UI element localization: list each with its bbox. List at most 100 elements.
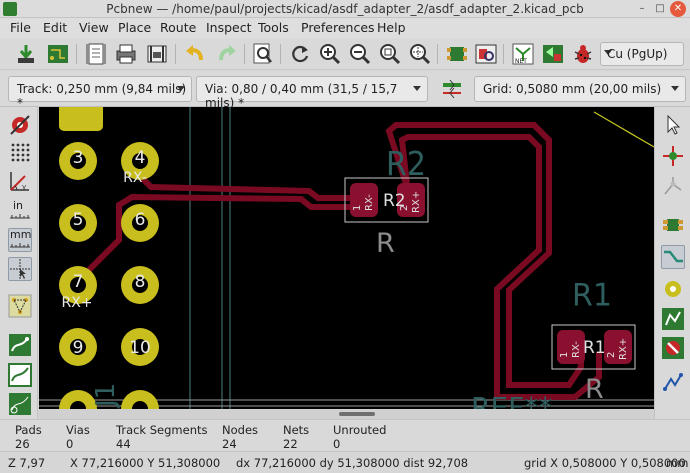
r2-pad2-net: RX+: [411, 191, 422, 213]
plot-icon[interactable]: [145, 42, 169, 66]
zoom-in-icon[interactable]: [318, 42, 342, 66]
window-title: Pcbnew — /home/paul/projects/kicad/asdf_…: [106, 2, 584, 16]
menu-view[interactable]: View: [79, 20, 109, 35]
menu-inspect[interactable]: Inspect: [206, 20, 252, 35]
add-graphic-line-icon[interactable]: [661, 369, 685, 393]
local-ratsnest-icon[interactable]: [661, 174, 685, 198]
nets-count: 22: [283, 437, 298, 451]
zone-display-filled-icon[interactable]: [8, 333, 32, 357]
left-toolbar: y in mm: [0, 107, 38, 419]
track-outline-icon[interactable]: [8, 392, 32, 416]
zone-display-outline-icon[interactable]: [8, 363, 32, 387]
zoom-readout: Z 7,97: [8, 456, 46, 470]
main-toolbar: NET Cu (PgUp): [0, 38, 690, 70]
drc-icon[interactable]: [571, 42, 595, 66]
menu-preferences[interactable]: Preferences: [301, 20, 375, 35]
board-setup-icon[interactable]: [46, 42, 70, 66]
close-button[interactable]: ✕: [670, 1, 686, 17]
redraw-icon[interactable]: [288, 42, 312, 66]
units-readout: mm: [666, 456, 689, 470]
relative-coords: dx 77,216000 dy 51,308000 dist 92,708: [236, 456, 469, 470]
connector-ref-j1: J1: [91, 383, 121, 409]
pad-number-4: 4: [135, 148, 146, 168]
pcb-canvas[interactable]: 3 4 5 6 7 8 9 10 RX- RX+ J1 R2 R2 1 RX- …: [39, 107, 654, 409]
menu-help[interactable]: Help: [377, 20, 406, 35]
page-settings-icon[interactable]: [85, 42, 109, 66]
auto-track-width-icon[interactable]: [440, 77, 464, 101]
cursor-coords: X 77,216000 Y 51,308000: [70, 456, 221, 470]
unrouted-count: 0: [333, 437, 341, 451]
load-netlist-icon[interactable]: NET: [511, 42, 535, 66]
menu-place[interactable]: Place: [118, 20, 151, 35]
grid-select[interactable]: Grid: 0,5080 mm (20,00 mils): [474, 76, 686, 102]
r1-silk-ref: R1: [583, 338, 606, 358]
track-segments-label: Track Segments: [116, 423, 208, 437]
canvas-hscrollbar[interactable]: [39, 409, 654, 419]
r2-pad1-number: 1: [352, 205, 363, 211]
track-width-select[interactable]: Track: 0,250 mm (9,84 mils) *: [8, 76, 192, 110]
inch-units-button[interactable]: in: [8, 199, 32, 223]
zoom-selection-icon[interactable]: [408, 42, 432, 66]
redo-icon[interactable]: [215, 42, 239, 66]
highlight-net-icon[interactable]: [661, 144, 685, 168]
find-icon[interactable]: [251, 42, 275, 66]
update-pcb-icon[interactable]: [14, 42, 38, 66]
menu-bar: File Edit View Place Route Inspect Tools…: [0, 18, 690, 38]
layer-select-value: Cu (PgUp): [607, 47, 668, 61]
board-stats-bar: Pads 26 Vias 0 Track Segments 44 Nodes 2…: [0, 419, 690, 451]
drc-markers-icon[interactable]: [8, 113, 32, 137]
mm-units-button[interactable]: mm: [8, 228, 32, 252]
add-keepout-icon[interactable]: [661, 336, 685, 360]
grid-toggle-icon[interactable]: [8, 140, 32, 164]
add-zone-icon[interactable]: [661, 307, 685, 331]
footprint-editor-icon[interactable]: [445, 42, 469, 66]
track-width-value: Track: 0,250 mm (9,84 mils) *: [17, 82, 187, 110]
print-icon[interactable]: [114, 42, 138, 66]
layer-select[interactable]: Cu (PgUp): [600, 42, 684, 66]
footprint-r2[interactable]: R2 R2 1 RX- 2 RX+ R: [344, 146, 429, 259]
pad-number-3: 3: [73, 148, 84, 168]
undo-icon[interactable]: [183, 42, 207, 66]
ratsnest-icon[interactable]: [8, 294, 32, 318]
r2-value: R: [376, 228, 395, 259]
nets-label: Nets: [283, 423, 310, 437]
via-size-select[interactable]: Via: 0,80 / 0,40 mm (31,5 / 15,7 mils) *: [196, 76, 428, 110]
via-size-value: Via: 0,80 / 0,40 mm (31,5 / 15,7 mils) *: [205, 82, 398, 110]
polar-coords-icon[interactable]: y: [8, 169, 32, 193]
canvas-hscroll-thumb[interactable]: [339, 412, 375, 416]
full-crosshair-button[interactable]: [8, 257, 32, 281]
pad-number-7: 7: [73, 272, 84, 292]
select-tool-icon[interactable]: [661, 113, 685, 137]
r2-pad1-net: RX-: [364, 194, 375, 211]
svg-text:y: y: [22, 183, 26, 191]
unrouted-label: Unrouted: [333, 423, 387, 437]
minimize-button[interactable]: –: [634, 1, 650, 17]
zoom-fit-icon[interactable]: [378, 42, 402, 66]
add-footprint-icon[interactable]: [661, 213, 685, 237]
menu-tools[interactable]: Tools: [258, 20, 289, 35]
r2-pad2-number: 2: [399, 205, 410, 211]
footprint-browser-icon[interactable]: [474, 42, 498, 66]
add-via-icon[interactable]: [661, 277, 685, 301]
menu-edit[interactable]: Edit: [43, 20, 67, 35]
pads-label: Pads: [15, 423, 42, 437]
pad-net-rx-plus: RX+: [61, 295, 92, 311]
pad-net-rx-minus: RX-: [123, 170, 147, 186]
r1-pad1-net: RX-: [571, 341, 582, 358]
aux-toolbar: Track: 0,250 mm (9,84 mils) * Via: 0,80 …: [0, 71, 690, 110]
grid-value: Grid: 0,5080 mm (20,00 mils): [483, 82, 662, 96]
update-from-schematic-icon[interactable]: [541, 42, 565, 66]
maximize-button[interactable]: □: [652, 1, 668, 17]
title-bar: Pcbnew — /home/paul/projects/kicad/asdf_…: [0, 0, 690, 18]
pad-number-5: 5: [73, 210, 84, 230]
menu-file[interactable]: File: [10, 20, 31, 35]
r1-reference: R1: [572, 277, 612, 314]
pad-number-10: 10: [129, 338, 151, 358]
partial-ref-text: REF**: [471, 391, 552, 409]
vias-label: Vias: [66, 423, 90, 437]
r1-value: R: [585, 374, 604, 405]
pad-number-8: 8: [135, 272, 146, 292]
menu-route[interactable]: Route: [160, 20, 196, 35]
zoom-out-icon[interactable]: [348, 42, 372, 66]
route-tracks-icon[interactable]: [661, 245, 685, 269]
